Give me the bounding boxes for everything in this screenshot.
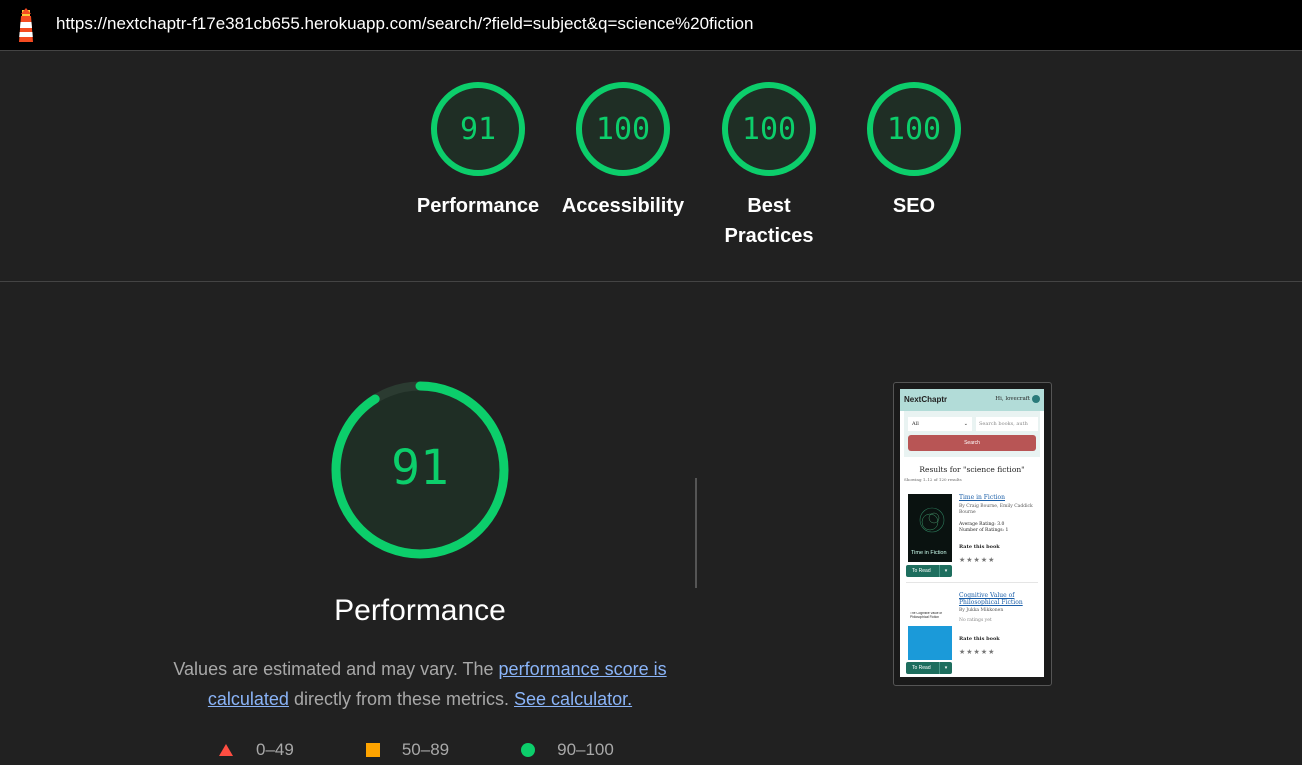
thumb-book-authors: By Craig Bourne, Emily Caddick Bourne bbox=[959, 504, 1033, 515]
gauge-label: Performance bbox=[416, 195, 540, 217]
page-screenshot-thumbnail[interactable]: NextChaptr Hi, lovecraft All ⌄ Search boo… bbox=[893, 382, 1052, 686]
cover-title: Time in Fiction bbox=[911, 550, 947, 556]
gauge-label: Accessibility bbox=[561, 195, 685, 217]
book-cover: Time in Fiction bbox=[908, 494, 952, 562]
thumb-rate-label: Rate this book bbox=[959, 544, 1000, 550]
thumb-rate-label: Rate this book bbox=[959, 636, 1000, 642]
performance-gauge: 91 bbox=[331, 381, 509, 559]
gauge-accessibility[interactable]: 100 Accessibility bbox=[548, 79, 698, 221]
performance-score: 91 bbox=[391, 440, 449, 496]
gauge-best-practices[interactable]: 100 Best Practices bbox=[694, 79, 844, 251]
score-legend: 0–49 50–89 90–100 bbox=[218, 740, 686, 760]
cover-title: The Cognitive Value of Philosophical Fic… bbox=[910, 612, 943, 619]
legend-average: 50–89 bbox=[365, 740, 450, 760]
thumb-stars: ★★★★★ bbox=[959, 648, 996, 656]
desc-text-2: directly from these metrics. bbox=[288, 689, 510, 709]
thumb-book-rating: No ratings yet bbox=[959, 618, 992, 623]
category-gauges: 91 Performance 100 Accessibility 100 Bes… bbox=[0, 51, 1302, 281]
gauge-label: Best Practices bbox=[724, 195, 814, 247]
thumb-stars: ★★★★★ bbox=[959, 556, 996, 564]
gauge-label: SEO bbox=[892, 195, 936, 217]
thumb-to-read-button: To Read ▾ bbox=[906, 662, 952, 674]
thumb-navbar: NextChaptr Hi, lovecraft bbox=[900, 389, 1044, 411]
to-read-label: To Read bbox=[912, 665, 931, 671]
thumb-book-count: Number of Ratings: 1 bbox=[959, 528, 1009, 533]
gauge-score: 91 bbox=[460, 112, 496, 147]
thumb-book-title: Cognitive Value of Philosophical Fiction bbox=[959, 592, 1023, 606]
desc-text: Values are estimated and may vary. The bbox=[173, 659, 499, 679]
thumb-results-count: Showing 1–12 of 120 results bbox=[904, 477, 962, 482]
thumb-search-panel: All ⌄ Search books, auth Search bbox=[904, 411, 1040, 457]
thumb-field-select: All ⌄ bbox=[908, 417, 972, 431]
legend-pass: 90–100 bbox=[521, 740, 614, 760]
green-circle-icon bbox=[521, 743, 536, 757]
chevron-down-icon: ⌄ bbox=[963, 421, 968, 427]
legend-range: 0–49 bbox=[256, 740, 294, 759]
avatar-icon bbox=[1032, 395, 1040, 403]
red-triangle-icon bbox=[219, 744, 233, 756]
performance-description: Values are estimated and may vary. The p… bbox=[160, 654, 680, 714]
thumb-select-value: All bbox=[912, 421, 919, 427]
url-bar: https://nextchaptr-f17e381cb655.herokuap… bbox=[0, 0, 1302, 51]
thumb-book-authors: By Jukka Mikkonen bbox=[959, 608, 1004, 613]
book-cover: The Cognitive Value of Philosophical Fic… bbox=[908, 592, 952, 660]
caret-down-icon: ▾ bbox=[939, 662, 952, 674]
see-calculator-link[interactable]: See calculator. bbox=[514, 689, 632, 709]
lighthouse-icon bbox=[19, 8, 33, 42]
thumb-brand: NextChaptr bbox=[904, 395, 948, 404]
caret-down-icon: ▾ bbox=[939, 565, 952, 577]
score-ring: 100 bbox=[867, 82, 961, 176]
legend-range: 90–100 bbox=[557, 740, 614, 759]
page-url: https://nextchaptr-f17e381cb655.herokuap… bbox=[56, 14, 754, 33]
gauge-score: 100 bbox=[887, 112, 941, 147]
thumb-search-button: Search bbox=[908, 435, 1036, 451]
thumb-user: Hi, lovecraft bbox=[995, 396, 1030, 402]
legend-fail: 0–49 bbox=[218, 740, 294, 760]
thumb-book-card: The Cognitive Value of Philosophical Fic… bbox=[906, 592, 1038, 676]
gauge-performance[interactable]: 91 Performance bbox=[403, 79, 553, 221]
score-ring: 91 bbox=[431, 82, 525, 176]
to-read-label: To Read bbox=[912, 568, 931, 574]
thumb-book-card: Time in Fiction Time in Fiction By Craig… bbox=[906, 494, 1038, 580]
legend-range: 50–89 bbox=[401, 740, 450, 759]
thumb-results-heading: Results for "science fiction" bbox=[919, 465, 1025, 474]
gauge-score: 100 bbox=[742, 112, 796, 147]
score-ring: 100 bbox=[722, 82, 816, 176]
screenshot-content: NextChaptr Hi, lovecraft All ⌄ Search boo… bbox=[900, 389, 1044, 677]
orange-square-icon bbox=[365, 743, 380, 757]
score-ring: 100 bbox=[576, 82, 670, 176]
section-divider bbox=[0, 281, 1302, 282]
gauge-seo[interactable]: 100 SEO bbox=[839, 79, 989, 221]
vertical-divider bbox=[695, 478, 697, 588]
thumb-book-title: Time in Fiction bbox=[959, 494, 1006, 501]
card-separator bbox=[906, 582, 1038, 583]
gauge-score: 100 bbox=[596, 112, 650, 147]
performance-title: Performance bbox=[334, 594, 506, 627]
thumb-to-read-button: To Read ▾ bbox=[906, 565, 952, 577]
thumb-search-input: Search books, auth bbox=[976, 417, 1038, 431]
